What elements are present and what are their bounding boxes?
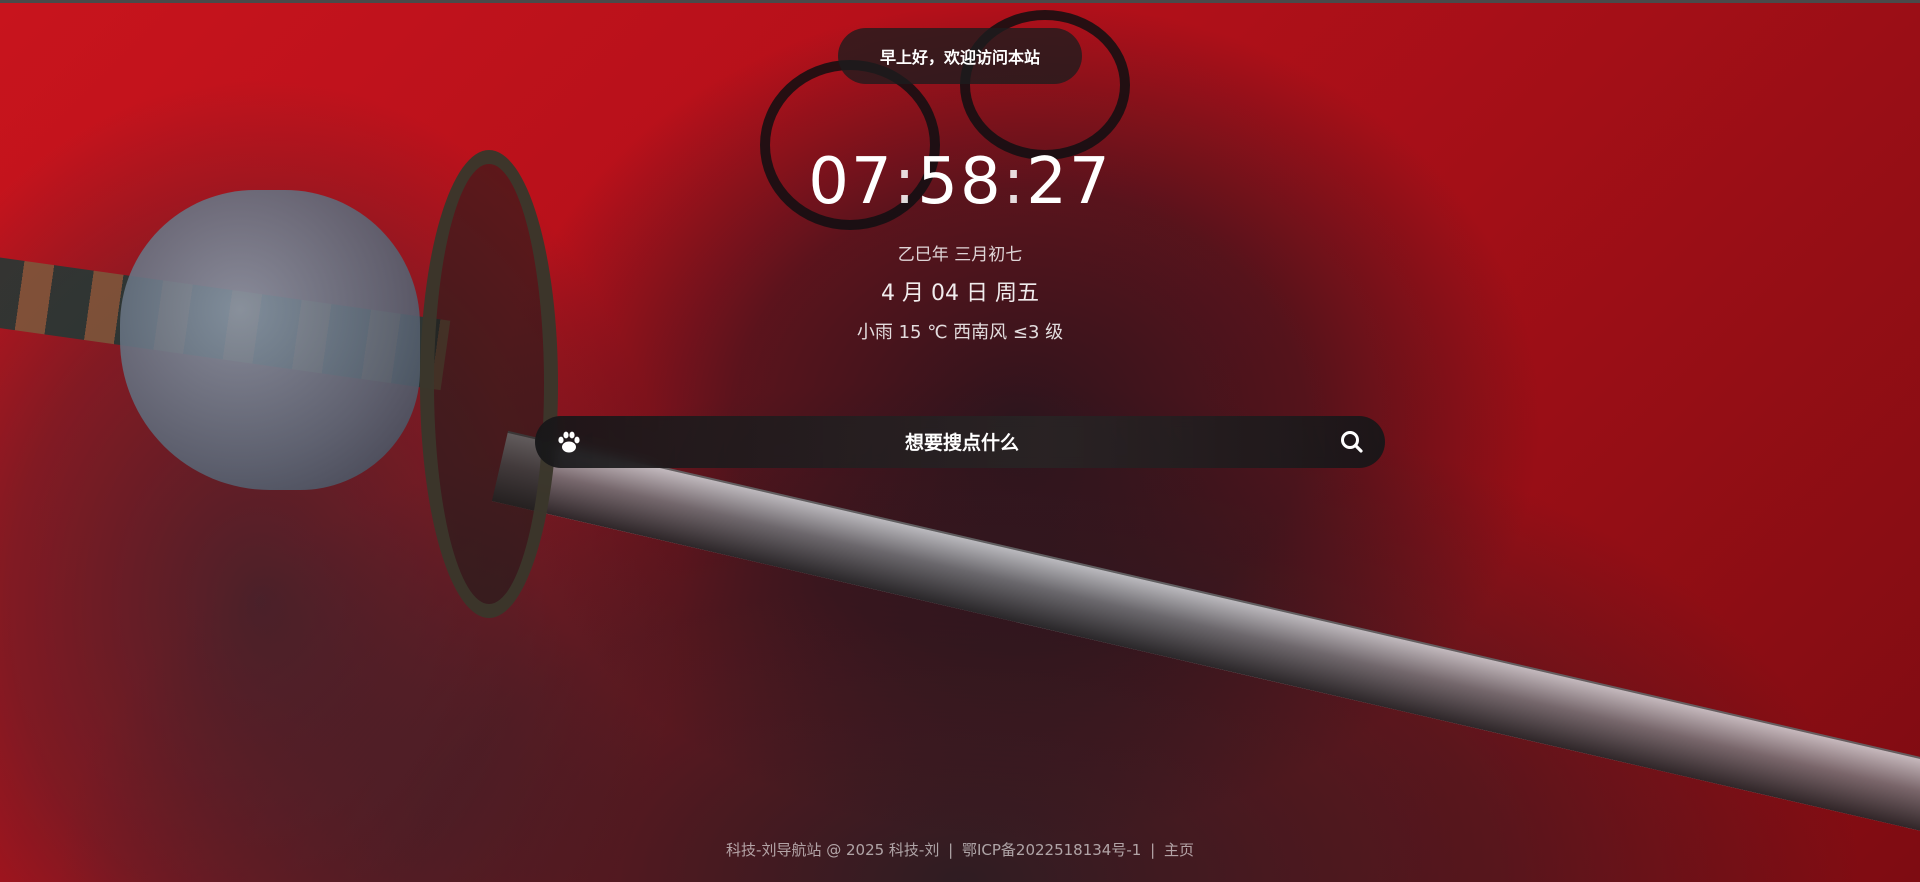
paw-icon[interactable] bbox=[555, 428, 583, 456]
greeting-badge: 早上好，欢迎访问本站 bbox=[838, 28, 1082, 84]
greeting-text: 早上好，欢迎访问本站 bbox=[879, 48, 1040, 67]
clock: 07:58:27 bbox=[760, 140, 1160, 224]
wallpaper-hand bbox=[120, 190, 420, 490]
clock-seconds: 27 bbox=[1026, 145, 1112, 219]
footer-separator: | bbox=[948, 841, 954, 859]
weather-info: 小雨 15 ℃ 西南风 ≤3 级 bbox=[856, 322, 1064, 343]
footer-home-link[interactable]: 主页 bbox=[1164, 841, 1194, 859]
wallpaper: 早上好，欢迎访问本站 07:58:27 乙巳年 三月初七 4 月 04 日 周五… bbox=[0, 0, 1920, 882]
lunar-date: 乙巳年 三月初七 bbox=[897, 245, 1023, 265]
footer-icp-link[interactable]: 鄂ICP备2022518134号-1 bbox=[962, 841, 1141, 859]
solar-date: 4 月 04 日 周五 bbox=[881, 281, 1039, 306]
search-bar bbox=[535, 416, 1385, 468]
search-icon[interactable] bbox=[1337, 427, 1367, 457]
search-input[interactable] bbox=[605, 424, 1319, 462]
top-border bbox=[0, 0, 1920, 3]
clock-hours: 07 bbox=[808, 145, 894, 219]
footer-separator: | bbox=[1150, 841, 1156, 859]
clock-separator: : bbox=[893, 145, 918, 219]
clock-separator: : bbox=[1002, 145, 1027, 219]
footer-copyright: 科技-刘导航站 @ 2025 科技-刘 bbox=[726, 841, 940, 859]
wallpaper-sword-blade bbox=[491, 430, 1920, 839]
wallpaper-sword-guard bbox=[420, 150, 558, 618]
clock-minutes: 58 bbox=[917, 145, 1003, 219]
footer: 科技-刘导航站 @ 2025 科技-刘 | 鄂ICP备2022518134号-1… bbox=[0, 839, 1920, 860]
